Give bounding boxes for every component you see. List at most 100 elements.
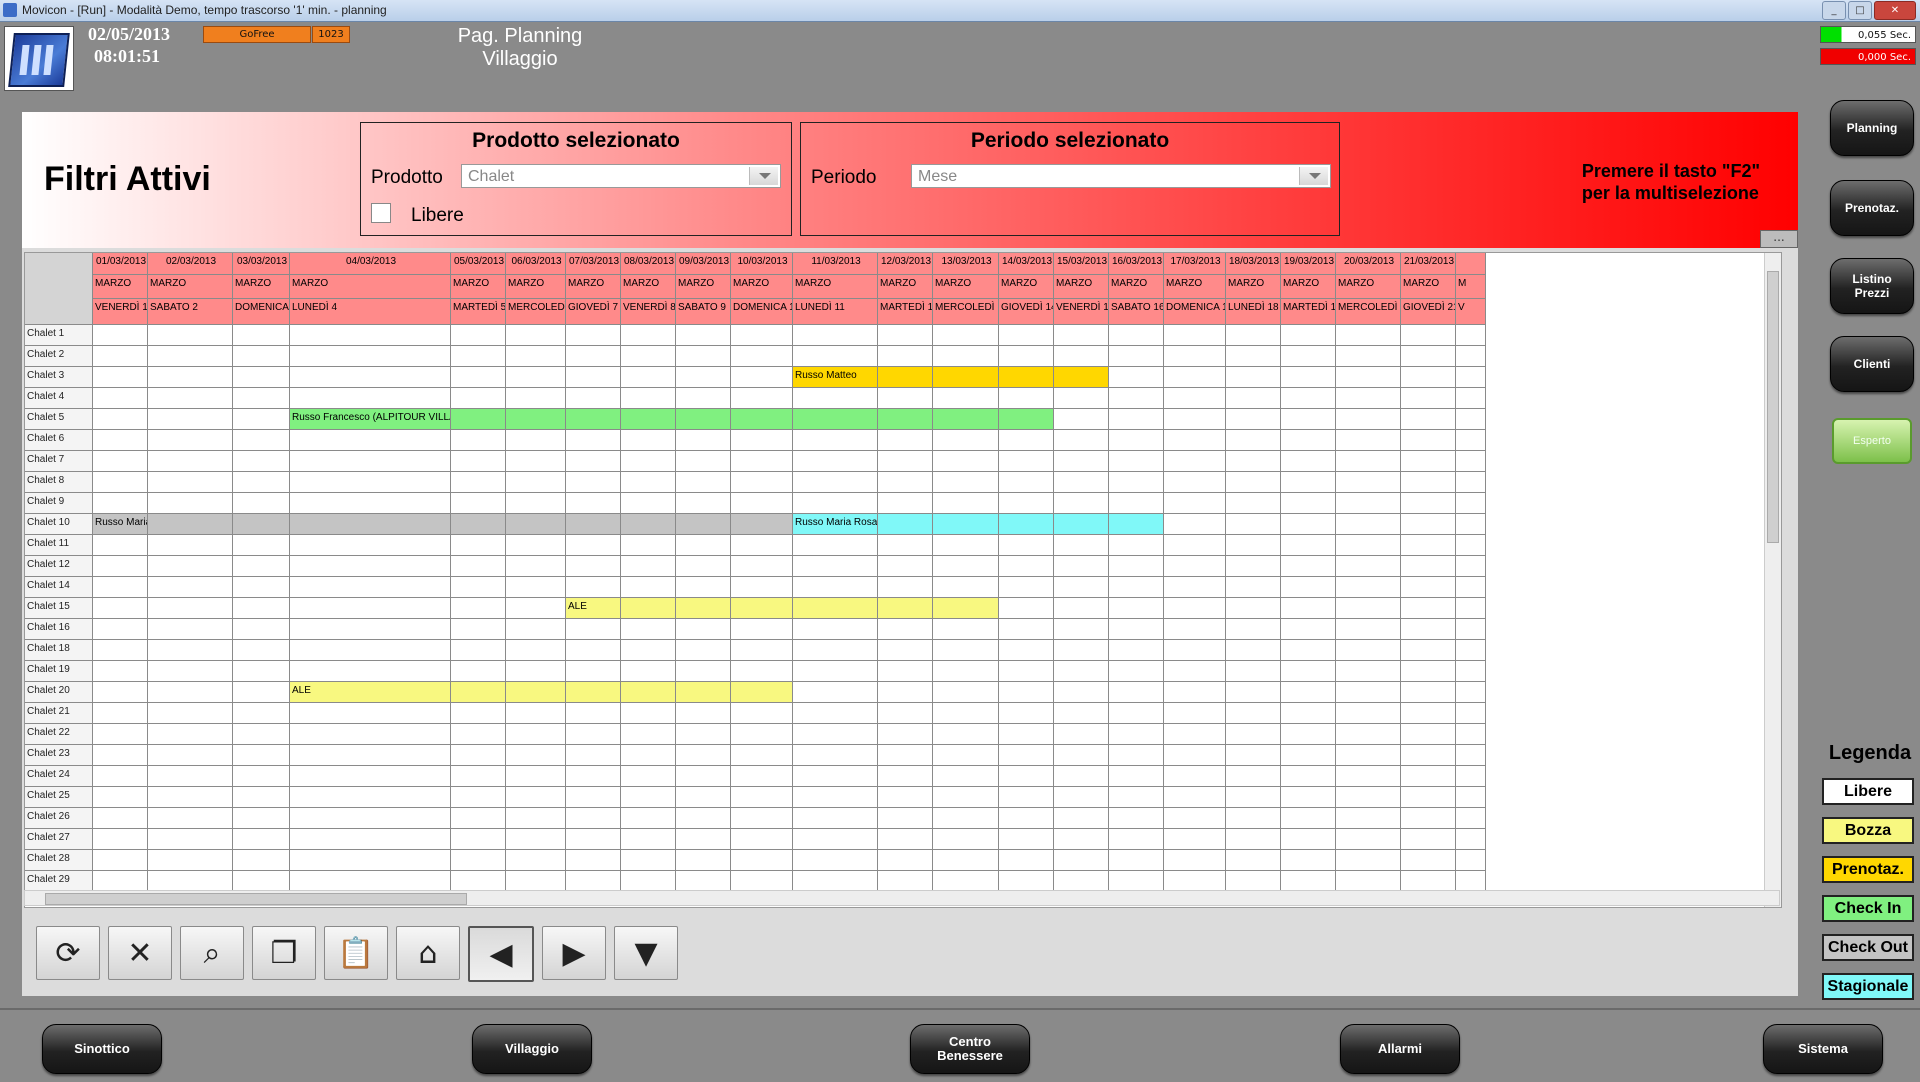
table-cell[interactable] — [451, 829, 506, 850]
table-cell[interactable] — [148, 766, 233, 787]
planning-grid[interactable]: 01/03/2013 MARZO VENERDÌ 1 02/03/2013 MARZO S… — [24, 252, 1782, 908]
table-cell[interactable] — [1281, 745, 1336, 766]
table-cell[interactable] — [506, 346, 566, 367]
table-cell[interactable] — [731, 367, 793, 388]
table-cell[interactable] — [233, 850, 290, 871]
table-cell[interactable] — [566, 787, 621, 808]
clienti-button[interactable]: Clienti — [1830, 336, 1914, 392]
table-cell[interactable] — [621, 451, 676, 472]
table-cell[interactable] — [1336, 703, 1401, 724]
table-cell[interactable] — [148, 451, 233, 472]
booking-segment[interactable] — [676, 598, 731, 619]
table-cell[interactable] — [933, 346, 999, 367]
table-cell[interactable] — [1054, 682, 1109, 703]
table-cell[interactable] — [290, 661, 451, 682]
table-cell[interactable] — [1336, 535, 1401, 556]
table-cell[interactable] — [676, 346, 731, 367]
table-cell[interactable] — [506, 388, 566, 409]
column-date[interactable]: 20/03/2013 — [1336, 253, 1401, 275]
table-cell[interactable] — [793, 325, 878, 346]
table-cell[interactable] — [1109, 745, 1164, 766]
chevron-down-icon[interactable] — [749, 167, 778, 185]
table-cell[interactable] — [290, 346, 451, 367]
table-cell[interactable] — [566, 703, 621, 724]
table-cell[interactable] — [1109, 619, 1164, 640]
table-cell[interactable] — [1336, 829, 1401, 850]
table-cell[interactable] — [233, 556, 290, 577]
table-cell[interactable] — [506, 598, 566, 619]
table-cell[interactable] — [566, 745, 621, 766]
table-cell[interactable] — [451, 724, 506, 745]
table-cell[interactable] — [1401, 409, 1456, 430]
table-cell[interactable] — [1226, 724, 1281, 745]
table-cell[interactable] — [933, 577, 999, 598]
planning-button[interactable]: Planning — [1830, 100, 1914, 156]
row-header[interactable]: Chalet 27 — [25, 829, 93, 850]
table-cell[interactable] — [933, 493, 999, 514]
table-cell[interactable] — [233, 430, 290, 451]
table-cell[interactable] — [148, 556, 233, 577]
booking-bar[interactable]: ALE — [566, 598, 621, 619]
table-cell[interactable] — [999, 703, 1054, 724]
column-date[interactable]: 08/03/2013 — [621, 253, 676, 275]
table-cell[interactable] — [999, 724, 1054, 745]
table-cell[interactable] — [933, 703, 999, 724]
table-cell[interactable] — [148, 367, 233, 388]
table-cell[interactable] — [506, 493, 566, 514]
table-cell[interactable] — [933, 472, 999, 493]
table-cell[interactable] — [566, 430, 621, 451]
table-cell[interactable] — [506, 367, 566, 388]
table-cell[interactable] — [999, 346, 1054, 367]
table-cell[interactable] — [1109, 598, 1164, 619]
table-cell[interactable] — [676, 745, 731, 766]
table-cell[interactable] — [566, 388, 621, 409]
table-cell[interactable] — [1109, 703, 1164, 724]
booking-segment[interactable] — [793, 598, 878, 619]
table-cell[interactable] — [1401, 556, 1456, 577]
table-cell[interactable] — [621, 661, 676, 682]
table-cell[interactable] — [233, 598, 290, 619]
table-cell[interactable] — [793, 388, 878, 409]
table-cell[interactable] — [93, 724, 148, 745]
table-cell[interactable] — [1456, 325, 1486, 346]
table-cell[interactable] — [1109, 871, 1164, 892]
table-cell[interactable] — [1401, 787, 1456, 808]
table-cell[interactable] — [566, 850, 621, 871]
table-cell[interactable] — [506, 619, 566, 640]
booking-segment[interactable] — [999, 367, 1054, 388]
maximize-icon[interactable]: □ — [1848, 1, 1872, 20]
refresh-button[interactable]: ⟳ — [36, 926, 100, 980]
table-cell[interactable] — [676, 577, 731, 598]
table-cell[interactable] — [1336, 514, 1401, 535]
table-cell[interactable] — [451, 787, 506, 808]
table-cell[interactable] — [506, 640, 566, 661]
table-cell[interactable] — [506, 850, 566, 871]
column-date[interactable]: 03/03/2013 — [233, 253, 290, 275]
table-cell[interactable] — [1336, 493, 1401, 514]
table-cell[interactable] — [506, 556, 566, 577]
table-cell[interactable] — [233, 724, 290, 745]
table-cell[interactable] — [731, 451, 793, 472]
table-cell[interactable] — [233, 493, 290, 514]
table-cell[interactable] — [506, 871, 566, 892]
table-cell[interactable] — [1164, 808, 1226, 829]
table-cell[interactable] — [1456, 535, 1486, 556]
table-cell[interactable] — [676, 430, 731, 451]
table-cell[interactable] — [566, 535, 621, 556]
table-cell[interactable] — [148, 430, 233, 451]
table-cell[interactable] — [1054, 346, 1109, 367]
booking-segment[interactable] — [506, 682, 566, 703]
table-cell[interactable] — [731, 640, 793, 661]
column-date[interactable]: 09/03/2013 — [676, 253, 731, 275]
table-cell[interactable] — [148, 724, 233, 745]
listino-prezzi-button[interactable]: Listino Prezzi — [1830, 258, 1914, 314]
table-cell[interactable] — [451, 388, 506, 409]
table-cell[interactable] — [566, 829, 621, 850]
table-cell[interactable] — [566, 808, 621, 829]
table-cell[interactable] — [148, 409, 233, 430]
table-cell[interactable] — [621, 850, 676, 871]
table-cell[interactable] — [1226, 409, 1281, 430]
table-cell[interactable] — [506, 808, 566, 829]
row-header[interactable]: Chalet 7 — [25, 451, 93, 472]
booking-segment[interactable] — [506, 514, 566, 535]
